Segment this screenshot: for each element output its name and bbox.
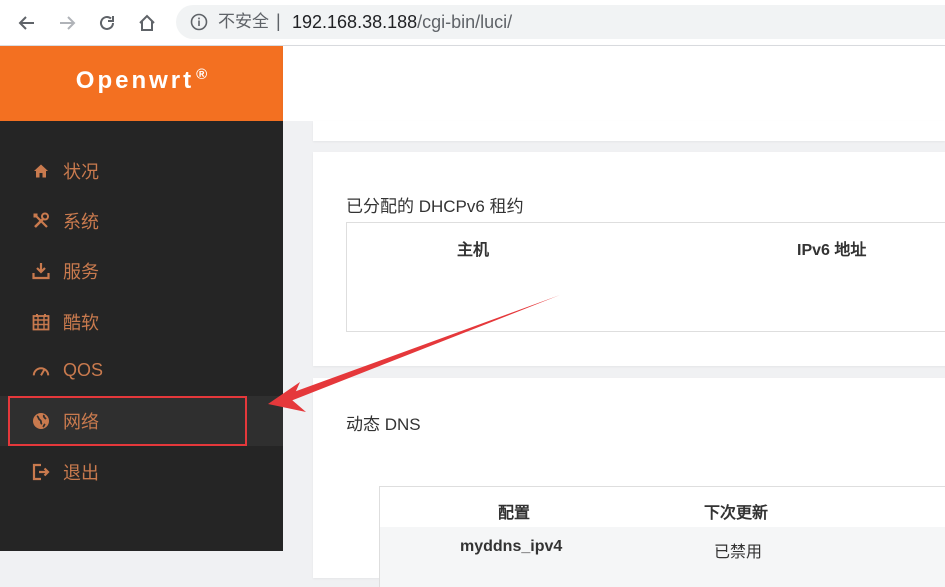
column-header-config: 配置 (498, 505, 531, 522)
home-icon (32, 162, 50, 180)
url-text[interactable]: 192.168.38.188/cgi-bin/luci/ (292, 12, 512, 32)
sidebar-item-apps[interactable]: 酷软 (0, 297, 283, 347)
ddns-title: 动态 DNS (346, 415, 421, 434)
sidebar-item-services[interactable]: 服务 (0, 246, 283, 296)
home-outline-icon (139, 14, 155, 31)
sidebar-item-label: 网络 (63, 412, 99, 432)
back-button[interactable] (13, 9, 41, 37)
address-bar[interactable]: 不安全 | 192.168.38.188/cgi-bin/luci/ (176, 5, 945, 39)
row-config: myddns_ipv4 (460, 538, 563, 555)
sidebar-item-label: QOS (63, 359, 104, 380)
sidebar-item-label: 服务 (63, 262, 99, 282)
main-content: 已分配的 DHCPv6 租约 主机 IPv6 地址 动态 DNS 配置 下次更新… (283, 121, 945, 587)
dhcpv6-table: 主机 IPv6 地址 (346, 222, 945, 332)
sidebar-item-qos[interactable]: QOS (0, 345, 283, 395)
dhcpv6-title: 已分配的 DHCPv6 租约 (346, 197, 524, 216)
arrow-left-icon (18, 16, 34, 30)
sidebar-item-system[interactable]: 系统 (0, 196, 283, 246)
reload-icon (100, 15, 114, 30)
ddns-table: 配置 下次更新 myddns_ipv4 已禁用 (379, 486, 945, 587)
column-header-host: 主机 (457, 242, 490, 259)
dhcpv6-leases-card: 已分配的 DHCPv6 租约 主机 IPv6 地址 (313, 152, 945, 366)
brand-logo[interactable]: Openwrt ® (0, 46, 283, 121)
gauge-icon (32, 361, 50, 379)
info-icon[interactable] (190, 13, 208, 31)
url-path: /cgi-bin/luci/ (417, 12, 513, 32)
column-header-ipv6-address: IPv6 地址 (797, 242, 867, 259)
sidebar-item-label: 退出 (63, 463, 99, 483)
table-row[interactable]: myddns_ipv4 已禁用 (380, 527, 945, 587)
logout-icon (32, 463, 50, 481)
sidebar-item-label: 系统 (63, 212, 99, 232)
sidebar-item-label: 状况 (63, 162, 99, 182)
browser-toolbar: 不安全 | 192.168.38.188/cgi-bin/luci/ (0, 0, 945, 46)
forward-button[interactable] (53, 9, 81, 37)
registered-mark: ® (196, 66, 208, 83)
globe-icon (32, 412, 50, 430)
sidebar-item-network[interactable]: 网络 (0, 396, 283, 446)
arrow-right-icon (60, 16, 76, 30)
row-next-update: 已禁用 (714, 544, 763, 561)
home-button[interactable] (133, 9, 161, 37)
brand-name: Openwrt ® (76, 66, 207, 96)
security-label: 不安全 (218, 12, 269, 31)
sidebar-item-label: 酷软 (63, 313, 99, 333)
dynamic-dns-card: 动态 DNS 配置 下次更新 myddns_ipv4 已禁用 (313, 378, 945, 587)
sidebar-item-logout[interactable]: 退出 (0, 447, 283, 497)
calendar-icon (32, 313, 50, 331)
address-separator: | (276, 11, 281, 31)
sidebar: 状况 系统 服务 酷软 QOS 网络 退出 (0, 121, 283, 551)
download-icon (32, 262, 50, 280)
previous-card-bottom (313, 121, 945, 141)
sidebar-item-status[interactable]: 状况 (0, 146, 283, 196)
column-header-next-update: 下次更新 (704, 505, 769, 522)
reload-button[interactable] (93, 9, 121, 37)
top-header (283, 46, 945, 121)
brand-name-text: Openwrt (75, 67, 195, 94)
url-host: 192.168.38.188 (292, 12, 418, 32)
tools-icon (32, 212, 50, 230)
